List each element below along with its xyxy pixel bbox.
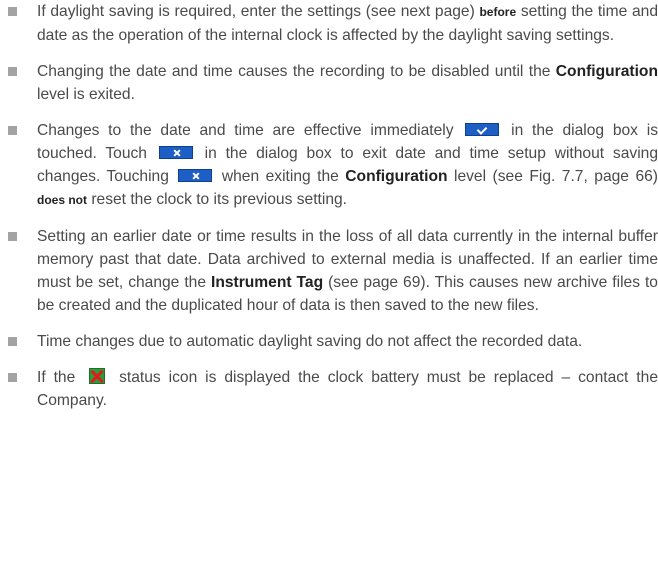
item-text: status icon is displayed the clock batte… (37, 369, 658, 409)
cross-button-icon (158, 146, 193, 159)
item-text: Changing the date and time causes the re… (37, 63, 556, 80)
emphasis-text: Configuration (555, 63, 658, 80)
emphasis-text: Instrument Tag (210, 274, 324, 291)
list-item-clock-battery: If the status icon is displayed the cloc… (0, 366, 658, 412)
bullet-square-icon (8, 7, 17, 16)
cross-button-icon (178, 169, 213, 182)
bullet-list: If daylight saving is required, enter th… (0, 0, 658, 412)
list-item-earlier-date: Setting an earlier date or time results … (0, 225, 658, 317)
item-text: If daylight saving is required, enter th… (37, 3, 480, 20)
list-item-changes-effective: Changes to the date and time are effecti… (0, 119, 658, 212)
clock-battery-status-icon (89, 368, 106, 384)
bullet-square-icon (8, 337, 17, 346)
bullet-square-icon (8, 373, 17, 382)
bullet-square-icon (8, 126, 17, 135)
item-text: Changes to the date and time are effecti… (37, 122, 463, 139)
emphasis-text: before (479, 5, 517, 19)
item-text: when exiting the (215, 168, 346, 185)
emphasis-text: Configuration (345, 168, 448, 185)
item-text: level (see Fig. 7.7, page 66) (447, 168, 658, 185)
list-item-automatic-daylight: Time changes due to automatic daylight s… (0, 330, 658, 353)
item-text: reset the clock to its previous setting. (87, 191, 348, 208)
checkmark-button-icon (465, 123, 500, 136)
bullet-square-icon (8, 232, 17, 241)
list-item-recording-disabled: Changing the date and time causes the re… (0, 60, 658, 106)
bullet-square-icon (8, 67, 17, 76)
emphasis-text: does not (37, 193, 87, 207)
list-item-daylight-saving: If daylight saving is required, enter th… (0, 0, 658, 47)
item-text: Time changes due to automatic daylight s… (37, 333, 583, 350)
item-text: level is exited. (37, 86, 135, 103)
manual-page: If daylight saving is required, enter th… (0, 0, 658, 574)
item-text: If the (37, 369, 84, 386)
